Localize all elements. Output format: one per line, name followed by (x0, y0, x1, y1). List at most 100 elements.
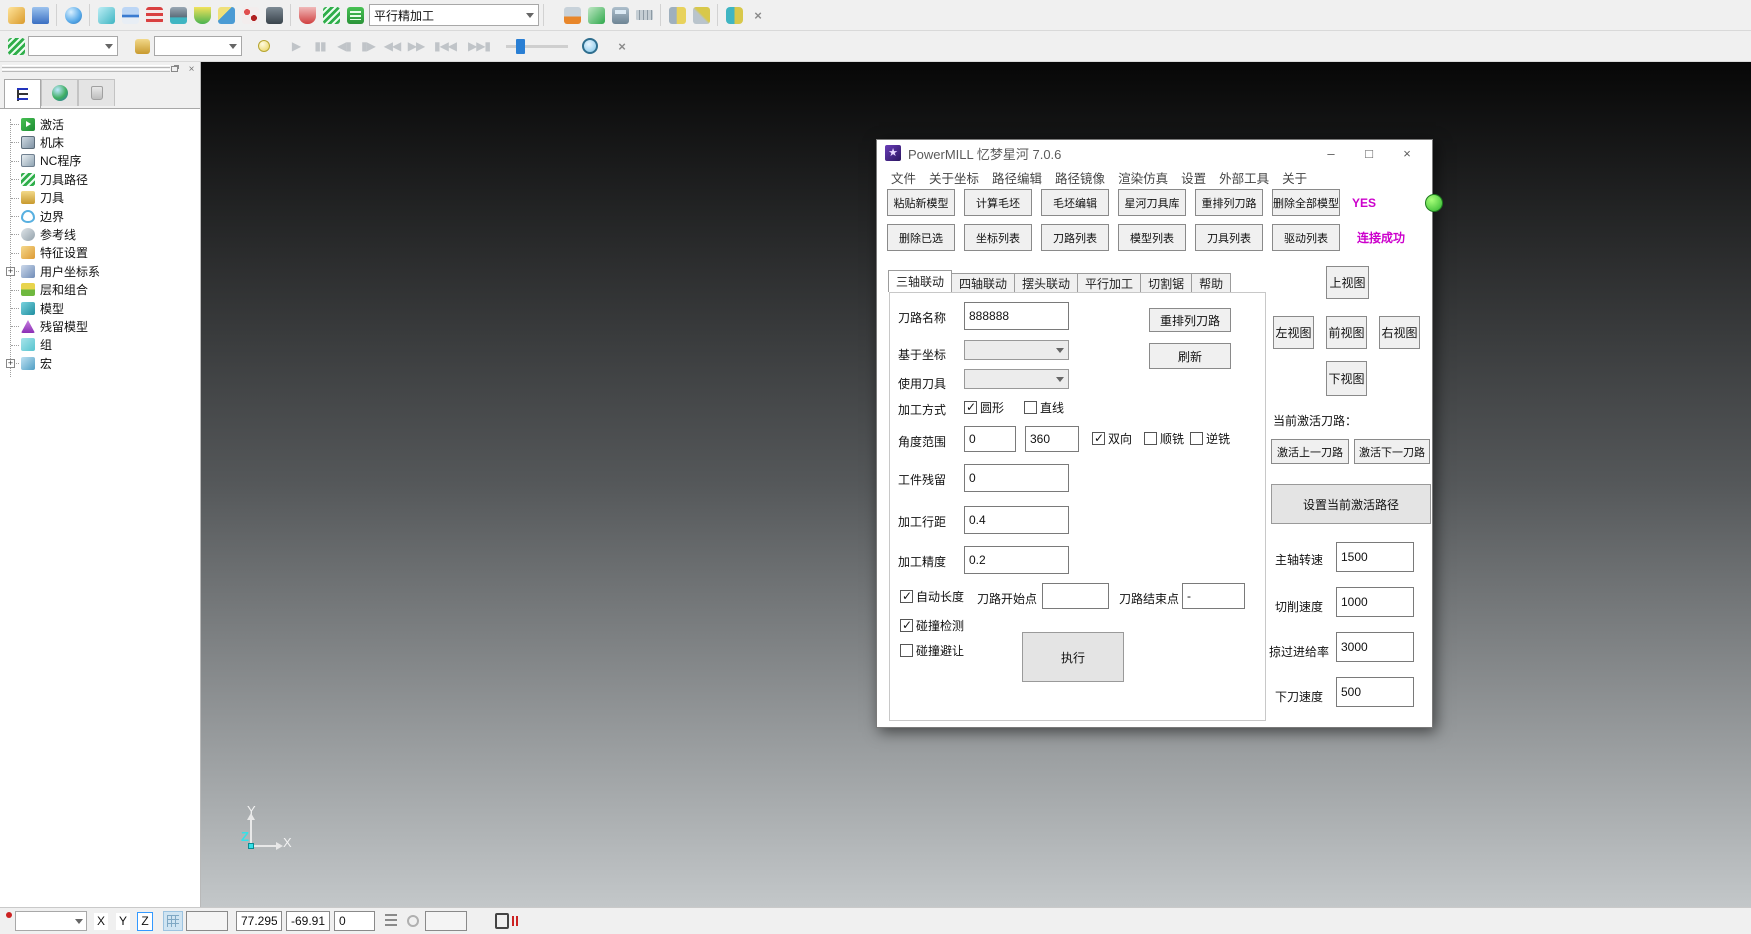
close-button[interactable]: × (1388, 140, 1426, 166)
pause-output-icon[interactable] (495, 913, 509, 929)
curve-editor-button[interactable] (214, 3, 238, 27)
rearrange-button[interactable]: 重排列刀路 (1149, 308, 1231, 332)
tree-item-levels[interactable]: 层和组合 (0, 281, 200, 299)
expand-icon[interactable] (6, 359, 15, 368)
menu-settings[interactable]: 设置 (1181, 168, 1206, 187)
set-active-path-button[interactable]: 设置当前激活路径 (1271, 484, 1431, 524)
shaded-view-button[interactable] (61, 3, 85, 27)
toolpath-list-button[interactable]: 刀路列表 (1041, 224, 1109, 251)
tool-holder-button[interactable] (262, 3, 286, 27)
front-view-button[interactable]: 前视图 (1326, 316, 1367, 349)
cutting-feed-input[interactable] (1336, 587, 1414, 617)
menu-path-mirror[interactable]: 路径镜像 (1055, 168, 1105, 187)
top-view-button[interactable]: 上视图 (1326, 266, 1369, 299)
tree-item-models[interactable]: 模型 (0, 299, 200, 317)
collision-check-checkbox[interactable]: 碰撞检测 (900, 617, 964, 634)
menu-file[interactable]: 文件 (891, 168, 916, 187)
tab-explorer-tree[interactable] (4, 79, 41, 108)
snap-value-input[interactable] (425, 911, 467, 931)
status-combo[interactable] (15, 911, 87, 931)
end-point-input[interactable] (1182, 583, 1245, 609)
delete-all-models-button[interactable]: 删除全部模型 (1272, 189, 1340, 216)
tab-help[interactable]: 帮助 (1191, 273, 1231, 292)
use-tool-select[interactable] (964, 369, 1069, 389)
grid-snap-button[interactable] (163, 911, 183, 931)
coord-x-input[interactable] (236, 911, 282, 931)
tree-item-groups[interactable]: 组 (0, 336, 200, 354)
left-view-button[interactable]: 左视图 (1273, 316, 1314, 349)
right-view-button[interactable]: 右视图 (1379, 316, 1420, 349)
mode-circle-checkbox[interactable]: 圆形 (964, 399, 1004, 416)
auto-length-checkbox[interactable]: 自动长度 (900, 588, 964, 605)
sim-toolpath-button[interactable] (4, 34, 28, 58)
toolpath-name-input[interactable] (964, 302, 1069, 330)
menu-render-sim[interactable]: 渲染仿真 (1118, 168, 1168, 187)
menu-about[interactable]: 关于 (1282, 168, 1307, 187)
pause-button[interactable]: ▮▮ (308, 34, 332, 58)
angle-from-input[interactable] (964, 426, 1016, 452)
tool-list-button[interactable]: 刀具列表 (1195, 224, 1263, 251)
z-levels-button[interactable] (142, 3, 166, 27)
tree-item-macros[interactable]: 宏 (0, 354, 200, 372)
sim-tool-combo[interactable] (154, 36, 242, 56)
model-list-button[interactable]: 模型列表 (1118, 224, 1186, 251)
axis-z-button[interactable]: Z (137, 912, 153, 931)
points-button[interactable] (238, 3, 262, 27)
plunge-feed-input[interactable] (1336, 677, 1414, 707)
fast-forward-button[interactable]: ▶▶ (404, 34, 428, 58)
collision-check-button[interactable] (190, 3, 214, 27)
activate-prev-button[interactable]: 激活上一刀路 (1271, 439, 1349, 464)
simulation-speed-slider[interactable] (506, 45, 568, 48)
edit-block-button[interactable]: 毛坯编辑 (1041, 189, 1109, 216)
tree-item-machine[interactable]: 机床 (0, 133, 200, 151)
ball-tool-button[interactable] (166, 3, 190, 27)
menu-external-tools[interactable]: 外部工具 (1219, 168, 1269, 187)
sim-toolbar-close-button[interactable]: × (610, 34, 634, 58)
slider-handle[interactable] (516, 39, 525, 54)
stock-left-input[interactable] (964, 464, 1069, 492)
drive-list-button[interactable]: 驱动列表 (1272, 224, 1340, 251)
coord-list-button[interactable]: 坐标列表 (964, 224, 1032, 251)
tab-web[interactable] (41, 79, 78, 106)
tree-item-toolpaths[interactable]: 刀具路径 (0, 170, 200, 188)
tree-item-stock-models[interactable]: 残留模型 (0, 317, 200, 335)
angle-to-input[interactable] (1025, 426, 1079, 452)
tree-item-tools[interactable]: 刀具 (0, 189, 200, 207)
step-back-button[interactable]: ◀▮ (332, 34, 356, 58)
tolerance-input[interactable] (964, 546, 1069, 574)
climb-mill-checkbox[interactable]: 顺铣 (1144, 430, 1184, 447)
tab-saw[interactable]: 切割锯 (1140, 273, 1192, 292)
contact-point-button[interactable] (295, 3, 319, 27)
active-toolpath-combo[interactable]: 平行精加工 (369, 4, 539, 26)
toolbar-close-button[interactable]: × (746, 3, 770, 27)
axis-y-button[interactable]: Y (115, 912, 131, 931)
activate-next-button[interactable]: 激活下一刀路 (1354, 439, 1430, 464)
bidirectional-checkbox[interactable]: 双向 (1092, 430, 1132, 447)
tree-item-feature-sets[interactable]: 特征设置 (0, 244, 200, 262)
calc-block-button[interactable]: 计算毛坯 (964, 189, 1032, 216)
open-file-button[interactable] (4, 3, 28, 27)
grid-size-input[interactable] (186, 911, 228, 931)
expand-icon[interactable] (6, 267, 15, 276)
search-models-button[interactable] (722, 3, 746, 27)
panel-grip[interactable] (0, 64, 172, 76)
coord-y-input[interactable] (286, 911, 330, 931)
toolpath-line-button[interactable] (118, 3, 142, 27)
go-start-button[interactable]: ▮◀◀ (428, 34, 462, 58)
tree-item-boundaries[interactable]: 边界 (0, 207, 200, 225)
go-end-button[interactable]: ▶▶▮ (462, 34, 496, 58)
save-button[interactable] (28, 3, 52, 27)
paste-new-model-button[interactable]: 粘贴新模型 (887, 189, 955, 216)
toolpath-strategy-button[interactable] (319, 3, 343, 27)
rewind-button[interactable]: ◀◀ (380, 34, 404, 58)
rearrange-toolpaths-button[interactable]: 重排列刀路 (1195, 189, 1263, 216)
panel-restore-button[interactable] (168, 63, 181, 75)
block-button[interactable] (94, 3, 118, 27)
panel-close-button[interactable]: × (185, 63, 198, 75)
tool-flame-button[interactable] (560, 3, 584, 27)
stepover-input[interactable] (964, 506, 1069, 534)
measure-button[interactable] (632, 3, 656, 27)
tool-cross-button[interactable] (689, 3, 713, 27)
tool-verify-button[interactable] (584, 3, 608, 27)
based-coord-select[interactable] (964, 340, 1069, 360)
